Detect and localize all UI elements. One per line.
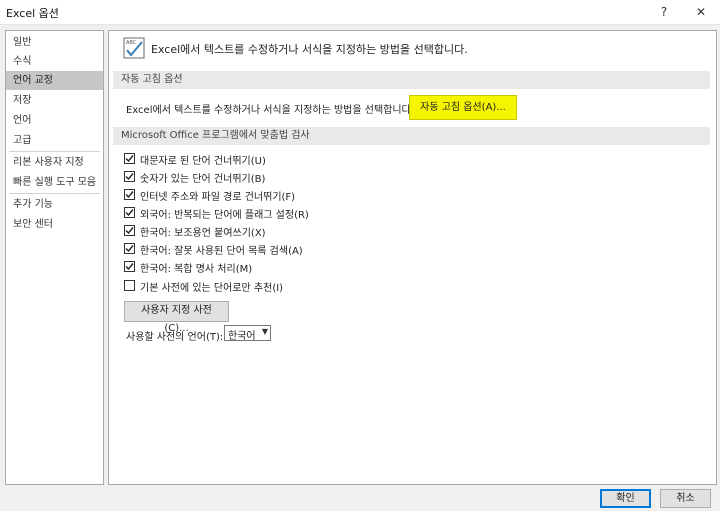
svg-text:ABC: ABC — [126, 40, 137, 46]
close-button[interactable]: ✕ — [688, 2, 714, 22]
window-title: Excel 옵션 — [6, 7, 59, 20]
checkbox-label: 한국어: 보조용언 붙여쓰기(X) — [140, 228, 266, 239]
checkbox-label: 한국어: 복합 명사 처리(M) — [140, 264, 253, 275]
proofing-icon: ABC — [123, 37, 145, 59]
sidebar-item-trust-center[interactable]: 보안 센터 — [6, 215, 103, 234]
custom-dictionaries-button[interactable]: 사용자 지정 사전(C)... — [124, 301, 229, 334]
section-autocorrect-title: 자동 고침 옵션 — [113, 71, 710, 89]
page-description: Excel에서 텍스트를 수정하거나 서식을 지정하는 방법을 선택합니다. — [151, 43, 468, 56]
sidebar-item-general[interactable]: 일반 — [6, 33, 103, 52]
proofing-panel: ABC Excel에서 텍스트를 수정하거나 서식을 지정하는 방법을 선택합니… — [108, 30, 717, 485]
autocorrect-options-button[interactable]: 자동 고침 옵션(A)... — [409, 95, 517, 120]
checkbox-main-dictionary-only[interactable] — [124, 280, 135, 291]
checkbox-label: 인터넷 주소와 파일 경로 건너뛰기(F) — [140, 192, 296, 203]
checkbox-label: 한국어: 잘못 사용된 단어 목록 검색(A) — [140, 246, 303, 257]
checkbox-label: 대문자로 된 단어 건너뛰기(U) — [140, 156, 266, 167]
checkbox-ignore-numbers[interactable] — [124, 171, 135, 182]
checkbox-compound-nouns[interactable] — [124, 261, 135, 272]
checkbox-label: 숫자가 있는 단어 건너뛰기(B) — [140, 174, 266, 185]
section-spelling-title: Microsoft Office 프로그램에서 맞춤법 검사 — [113, 127, 710, 145]
dictionary-language-value: 한국어 — [228, 331, 256, 342]
sidebar-item-language[interactable]: 언어 — [6, 111, 103, 130]
checkbox-auxiliary-verbs[interactable] — [124, 225, 135, 236]
sidebar-divider — [9, 151, 100, 152]
title-bar: Excel 옵션 ? ✕ — [0, 0, 720, 25]
checkbox-ignore-uppercase[interactable] — [124, 153, 135, 164]
sidebar: 일반 수식 언어 교정 저장 언어 고급 리본 사용자 지정 빠른 실행 도구 … — [5, 30, 104, 485]
sidebar-item-advanced[interactable]: 고급 — [6, 131, 103, 150]
sidebar-divider — [9, 193, 100, 194]
checkbox-label: 기본 사전에 있는 단어로만 추천(I) — [140, 283, 284, 294]
sidebar-item-proofing[interactable]: 언어 교정 — [6, 71, 103, 90]
autocorrect-description: Excel에서 텍스트를 수정하거나 서식을 지정하는 방법을 선택합니다. — [126, 105, 414, 116]
checkbox-label: 외국어: 반복되는 단어에 플래그 설정(R) — [140, 210, 309, 221]
sidebar-item-formulas[interactable]: 수식 — [6, 52, 103, 71]
dictionary-language-label: 사용할 사전의 언어(T): — [126, 332, 224, 343]
cancel-button[interactable]: 취소 — [660, 489, 711, 508]
sidebar-item-quick-access-toolbar[interactable]: 빠른 실행 도구 모음 — [6, 173, 103, 192]
checkbox-misused-words[interactable] — [124, 243, 135, 254]
sidebar-item-customize-ribbon[interactable]: 리본 사용자 지정 — [6, 153, 103, 172]
chevron-down-icon: ▼ — [261, 327, 268, 336]
sidebar-item-add-ins[interactable]: 추가 기능 — [6, 195, 103, 214]
help-button[interactable]: ? — [651, 2, 677, 22]
checkbox-flag-repeated-words[interactable] — [124, 207, 135, 218]
dictionary-language-select[interactable]: 한국어 ▼ — [224, 325, 271, 342]
checkbox-ignore-internet-paths[interactable] — [124, 189, 135, 200]
sidebar-item-save[interactable]: 저장 — [6, 91, 103, 110]
ok-button[interactable]: 확인 — [600, 489, 651, 508]
